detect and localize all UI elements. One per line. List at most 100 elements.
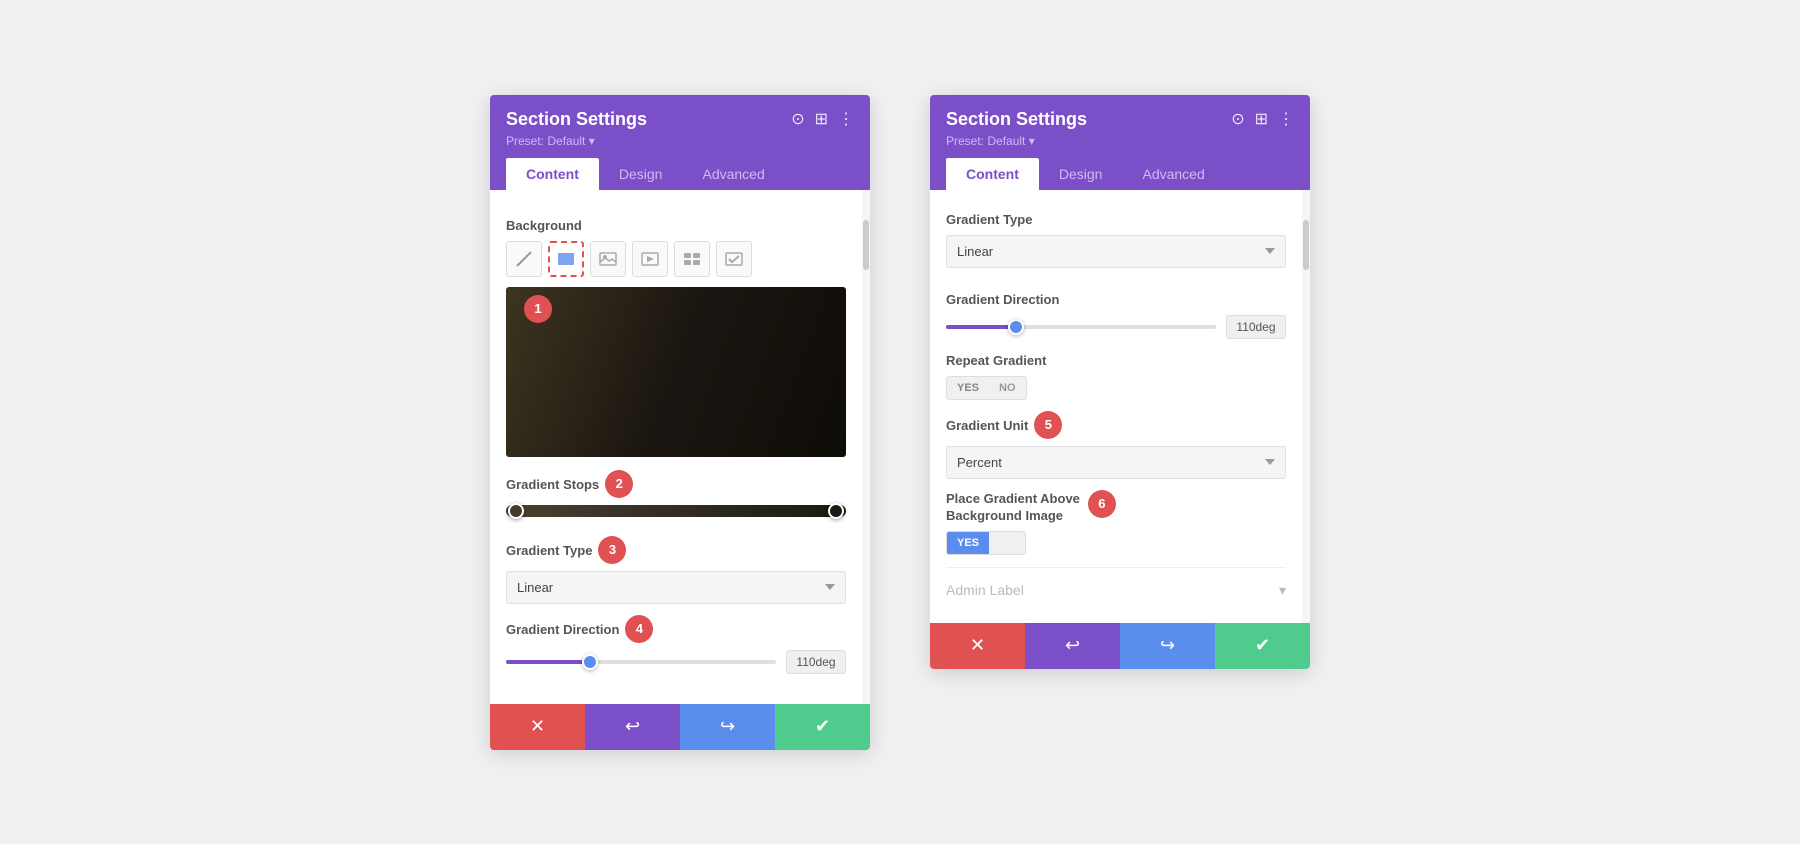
direction-value: 110deg bbox=[786, 650, 846, 674]
badge-4: 4 bbox=[625, 615, 653, 643]
badge-6: 6 bbox=[1088, 490, 1116, 518]
right-direction-slider-fill bbox=[946, 325, 1014, 329]
direction-slider-track[interactable] bbox=[506, 660, 776, 664]
right-tabs: Content Design Advanced bbox=[946, 158, 1294, 190]
bg-icon-row bbox=[506, 241, 846, 277]
left-tab-advanced[interactable]: Advanced bbox=[682, 158, 784, 190]
admin-label-row[interactable]: Admin Label ▾ bbox=[946, 567, 1286, 607]
right-tab-content[interactable]: Content bbox=[946, 158, 1039, 190]
bg-icon-none[interactable] bbox=[506, 241, 542, 277]
bg-icon-pattern[interactable] bbox=[674, 241, 710, 277]
right-repeat-toggle[interactable]: YES NO bbox=[946, 376, 1027, 400]
right-direction-slider-track[interactable] bbox=[946, 325, 1216, 329]
right-place-gradient-header: Place Gradient Above Background Image 6 bbox=[946, 491, 1286, 523]
right-gradient-type-label: Gradient Type bbox=[946, 212, 1286, 227]
right-place-toggle[interactable]: YES bbox=[946, 531, 1026, 555]
right-scrollbar[interactable] bbox=[1302, 190, 1310, 623]
badge-1: 1 bbox=[524, 295, 552, 323]
gradient-stops-label: Gradient Stops bbox=[506, 477, 599, 492]
badge-5: 5 bbox=[1034, 411, 1062, 439]
right-panel-header: Section Settings ⊙ ⊞ ⋮ Preset: Default ▾… bbox=[930, 95, 1310, 190]
stop-handle-left[interactable] bbox=[508, 503, 524, 519]
right-tab-design[interactable]: Design bbox=[1039, 158, 1123, 190]
left-panel-header: Section Settings ⊙ ⊞ ⋮ Preset: Default ▾… bbox=[490, 95, 870, 190]
right-panel-body: Gradient Type Linear Radial Gradient Dir… bbox=[930, 190, 1302, 623]
right-place-toggle-row: YES bbox=[946, 531, 1286, 555]
bg-icon-color[interactable] bbox=[548, 241, 584, 277]
right-gradient-direction-label: Gradient Direction bbox=[946, 292, 1286, 307]
right-direction-slider-thumb[interactable] bbox=[1008, 319, 1024, 335]
right-panel-title: Section Settings bbox=[946, 109, 1087, 130]
left-icon-layout[interactable]: ⊞ bbox=[815, 109, 828, 129]
gradient-type-header: Gradient Type 3 bbox=[506, 537, 846, 565]
right-save-button[interactable]: ✔ bbox=[1215, 623, 1310, 669]
left-panel-body: Background bbox=[490, 190, 862, 704]
gradient-stops-track-wrapper bbox=[506, 505, 846, 517]
gradient-preview-container: 1 bbox=[506, 287, 846, 457]
left-undo-button[interactable]: ↩ bbox=[585, 704, 680, 750]
page-container: Section Settings ⊙ ⊞ ⋮ Preset: Default ▾… bbox=[470, 75, 1330, 770]
right-gradient-type-select[interactable]: Linear Radial bbox=[946, 235, 1286, 268]
right-header-icons: ⊙ ⊞ ⋮ bbox=[1231, 109, 1294, 129]
gradient-type-label: Gradient Type bbox=[506, 543, 592, 558]
badge-2: 2 bbox=[605, 470, 633, 498]
direction-slider-row: 110deg bbox=[506, 650, 846, 674]
stop-handle-right[interactable] bbox=[828, 503, 844, 519]
direction-slider-thumb[interactable] bbox=[582, 654, 598, 670]
right-tab-advanced[interactable]: Advanced bbox=[1122, 158, 1224, 190]
left-panel: Section Settings ⊙ ⊞ ⋮ Preset: Default ▾… bbox=[490, 95, 870, 750]
left-tabs: Content Design Advanced bbox=[506, 158, 854, 190]
chevron-down-icon: ▾ bbox=[1279, 582, 1286, 599]
right-undo-button[interactable]: ↩ bbox=[1025, 623, 1120, 669]
left-save-button[interactable]: ✔ bbox=[775, 704, 870, 750]
right-direction-value: 110deg bbox=[1226, 315, 1286, 339]
left-title-row: Section Settings ⊙ ⊞ ⋮ bbox=[506, 109, 854, 130]
right-place-gradient-label2: Background Image bbox=[946, 508, 1080, 523]
right-icon-layout[interactable]: ⊞ bbox=[1255, 109, 1268, 129]
bg-icon-image[interactable] bbox=[590, 241, 626, 277]
left-header-icons: ⊙ ⊞ ⋮ bbox=[791, 109, 854, 129]
left-preset[interactable]: Preset: Default ▾ bbox=[506, 134, 854, 148]
left-body-wrapper: Background bbox=[490, 190, 870, 704]
right-icon-more[interactable]: ⋮ bbox=[1278, 109, 1294, 129]
gradient-preview bbox=[506, 287, 846, 457]
right-direction-slider-row: 110deg bbox=[946, 315, 1286, 339]
right-place-gradient-label1: Place Gradient Above bbox=[946, 491, 1080, 506]
left-icon-more[interactable]: ⋮ bbox=[838, 109, 854, 129]
right-cancel-button[interactable]: ✕ bbox=[930, 623, 1025, 669]
gradient-direction-header: Gradient Direction 4 bbox=[506, 616, 846, 644]
right-place-yes[interactable]: YES bbox=[947, 532, 989, 554]
right-repeat-no[interactable]: NO bbox=[989, 377, 1026, 399]
right-repeat-yes[interactable]: YES bbox=[947, 377, 989, 399]
right-gradient-unit-select[interactable]: Percent Pixels bbox=[946, 446, 1286, 479]
right-preset[interactable]: Preset: Default ▾ bbox=[946, 134, 1294, 148]
right-icon-focus[interactable]: ⊙ bbox=[1231, 109, 1244, 129]
left-scrollbar[interactable] bbox=[862, 190, 870, 704]
admin-label-text: Admin Label bbox=[946, 582, 1024, 598]
gradient-stops-header: Gradient Stops 2 bbox=[506, 471, 846, 499]
right-place-no[interactable] bbox=[989, 532, 1025, 554]
left-tab-content[interactable]: Content bbox=[506, 158, 599, 190]
right-title-row: Section Settings ⊙ ⊞ ⋮ bbox=[946, 109, 1294, 130]
left-scrollbar-thumb[interactable] bbox=[863, 220, 869, 270]
right-gradient-unit-label: Gradient Unit bbox=[946, 418, 1028, 433]
background-label: Background bbox=[506, 218, 846, 233]
badge-3: 3 bbox=[598, 536, 626, 564]
right-panel: Section Settings ⊙ ⊞ ⋮ Preset: Default ▾… bbox=[930, 95, 1310, 669]
gradient-direction-label: Gradient Direction bbox=[506, 622, 619, 637]
gradient-stops-track[interactable] bbox=[506, 505, 846, 517]
left-cancel-button[interactable]: ✕ bbox=[490, 704, 585, 750]
bg-icon-check[interactable] bbox=[716, 241, 752, 277]
right-body-wrapper: Gradient Type Linear Radial Gradient Dir… bbox=[930, 190, 1310, 623]
bg-icon-video[interactable] bbox=[632, 241, 668, 277]
right-repeat-toggle-row: YES NO bbox=[946, 376, 1286, 400]
gradient-type-select[interactable]: Linear Radial bbox=[506, 571, 846, 604]
right-gradient-unit-header: Gradient Unit 5 bbox=[946, 412, 1286, 440]
right-scrollbar-thumb[interactable] bbox=[1303, 220, 1309, 270]
left-tab-design[interactable]: Design bbox=[599, 158, 683, 190]
left-icon-focus[interactable]: ⊙ bbox=[791, 109, 804, 129]
left-redo-button[interactable]: ↪ bbox=[680, 704, 775, 750]
right-redo-button[interactable]: ↪ bbox=[1120, 623, 1215, 669]
right-place-gradient-label-group: Place Gradient Above Background Image bbox=[946, 491, 1080, 523]
left-footer: ✕ ↩ ↪ ✔ bbox=[490, 704, 870, 750]
